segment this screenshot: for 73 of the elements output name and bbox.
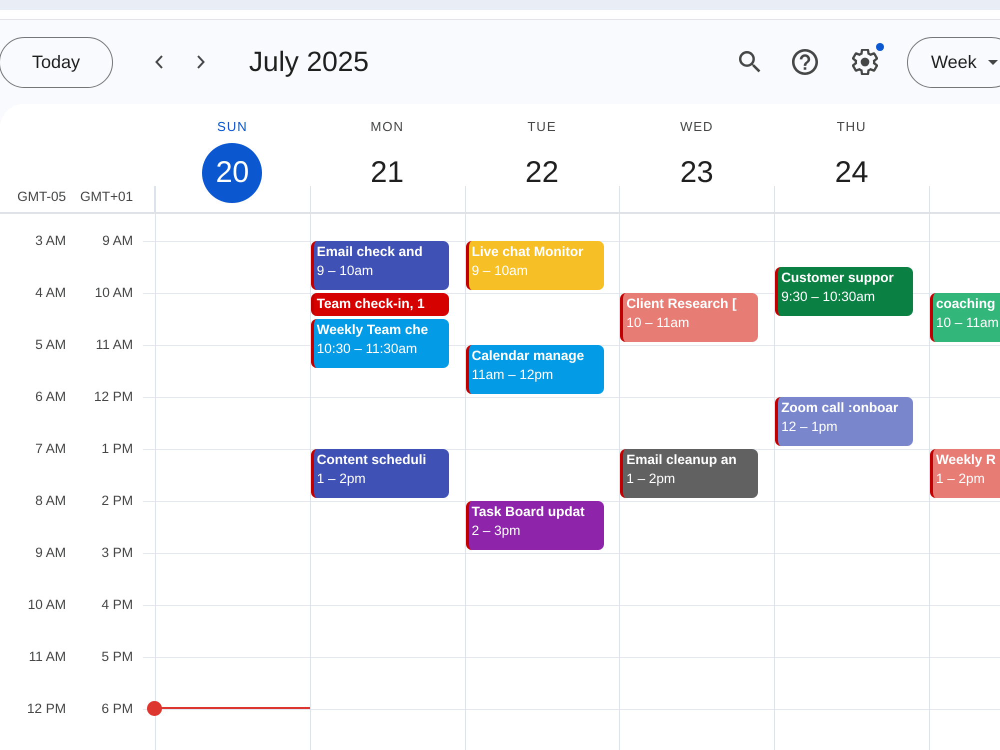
time-label: 10 AM bbox=[26, 597, 66, 613]
event-card[interactable]: Customer suppor 9:30 – 10:30am bbox=[775, 267, 914, 316]
event-card[interactable]: Email check and 9 – 10am bbox=[310, 241, 449, 290]
time-label: 2 PM bbox=[100, 493, 133, 509]
day-name: THU bbox=[836, 119, 868, 135]
time-label: 4 AM bbox=[34, 285, 66, 301]
timezone-label: GMT-05 bbox=[16, 189, 66, 205]
event-title: Task Board updat bbox=[472, 503, 585, 521]
event-time: 10 – 11am bbox=[626, 314, 690, 332]
timezone-label: GMT+01 bbox=[79, 189, 133, 205]
day-number[interactable]: 24 bbox=[822, 143, 882, 203]
chevron-left-icon bbox=[155, 55, 163, 69]
time-label: 4 PM bbox=[100, 597, 133, 613]
day-number[interactable]: 20 bbox=[202, 143, 262, 203]
event-title: Email check and bbox=[316, 243, 423, 261]
settings-icon bbox=[852, 49, 878, 75]
time-label: 1 PM bbox=[100, 441, 133, 457]
event-title: Team check-in, 1 bbox=[316, 295, 425, 313]
time-label: 5 PM bbox=[100, 649, 133, 665]
day-number[interactable]: 23 bbox=[666, 143, 727, 203]
day-name: MON bbox=[370, 119, 405, 135]
view-dropdown[interactable]: Week bbox=[907, 36, 1000, 88]
chevron-right-icon bbox=[197, 55, 205, 69]
event-title: Weekly R bbox=[936, 451, 996, 469]
event-card[interactable]: Task Board updat 2 – 3pm bbox=[466, 501, 604, 550]
event-card[interactable]: Content scheduli 1 – 2pm bbox=[310, 449, 449, 498]
event-title: Email cleanup an bbox=[626, 451, 737, 469]
event-time: 10:30 – 11:30am bbox=[316, 340, 418, 358]
time-label: 11 AM bbox=[94, 337, 133, 353]
time-label: 3 AM bbox=[34, 233, 66, 249]
time-label: 8 AM bbox=[34, 493, 66, 509]
event-time: 1 – 2pm bbox=[936, 470, 985, 488]
event-time: 11am – 12pm bbox=[472, 366, 554, 384]
time-label: 9 AM bbox=[34, 545, 66, 561]
event-card[interactable]: Zoom call :onboar 12 – 1pm bbox=[775, 397, 914, 446]
event-title: Weekly Team che bbox=[316, 321, 428, 339]
time-label: 3 PM bbox=[100, 545, 133, 561]
time-label: 12 PM bbox=[92, 389, 133, 405]
event-title: Zoom call :onboar bbox=[781, 399, 898, 417]
day-name: SUN bbox=[216, 119, 249, 135]
today-button[interactable]: Today bbox=[0, 36, 113, 88]
event-card[interactable]: Team check-in, 1 bbox=[310, 293, 449, 316]
event-time: 9 – 10am bbox=[472, 262, 528, 280]
day-name: TUE bbox=[526, 119, 558, 135]
day-name: WED bbox=[679, 119, 714, 135]
help-icon bbox=[792, 49, 818, 75]
time-label: 6 AM bbox=[34, 389, 66, 405]
event-time: 9:30 – 10:30am bbox=[781, 288, 876, 306]
event-title: Calendar manage bbox=[472, 347, 584, 365]
event-time: 12 – 1pm bbox=[781, 418, 838, 436]
event-time: 1 – 2pm bbox=[316, 470, 366, 488]
event-time: 9 – 10am bbox=[316, 262, 374, 280]
event-title: Content scheduli bbox=[316, 451, 426, 469]
event-title: Client Research [ bbox=[626, 295, 737, 313]
caret-down-icon bbox=[988, 60, 998, 64]
time-label: 7 AM bbox=[34, 441, 66, 457]
event-title: Customer suppor bbox=[781, 269, 894, 287]
time-label: 10 AM bbox=[94, 285, 133, 301]
event-time: 2 – 3pm bbox=[472, 522, 520, 540]
event-card[interactable]: Email cleanup an 1 – 2pm bbox=[620, 449, 758, 498]
event-title: coaching bbox=[936, 295, 996, 313]
time-label: 11 AM bbox=[28, 649, 66, 665]
event-time: 10 – 11am bbox=[936, 314, 999, 332]
time-label: 12 PM bbox=[26, 701, 66, 717]
day-number[interactable]: 21 bbox=[357, 143, 418, 203]
time-label: 5 AM bbox=[34, 337, 66, 353]
search-icon bbox=[739, 51, 761, 73]
day-number[interactable]: 22 bbox=[512, 143, 572, 203]
time-label: 9 AM bbox=[101, 233, 133, 249]
time-label: 6 PM bbox=[100, 701, 133, 717]
event-time: 1 – 2pm bbox=[626, 470, 676, 488]
event-title: Live chat Monitor bbox=[472, 243, 584, 261]
month-title: July 2025 bbox=[249, 45, 369, 79]
